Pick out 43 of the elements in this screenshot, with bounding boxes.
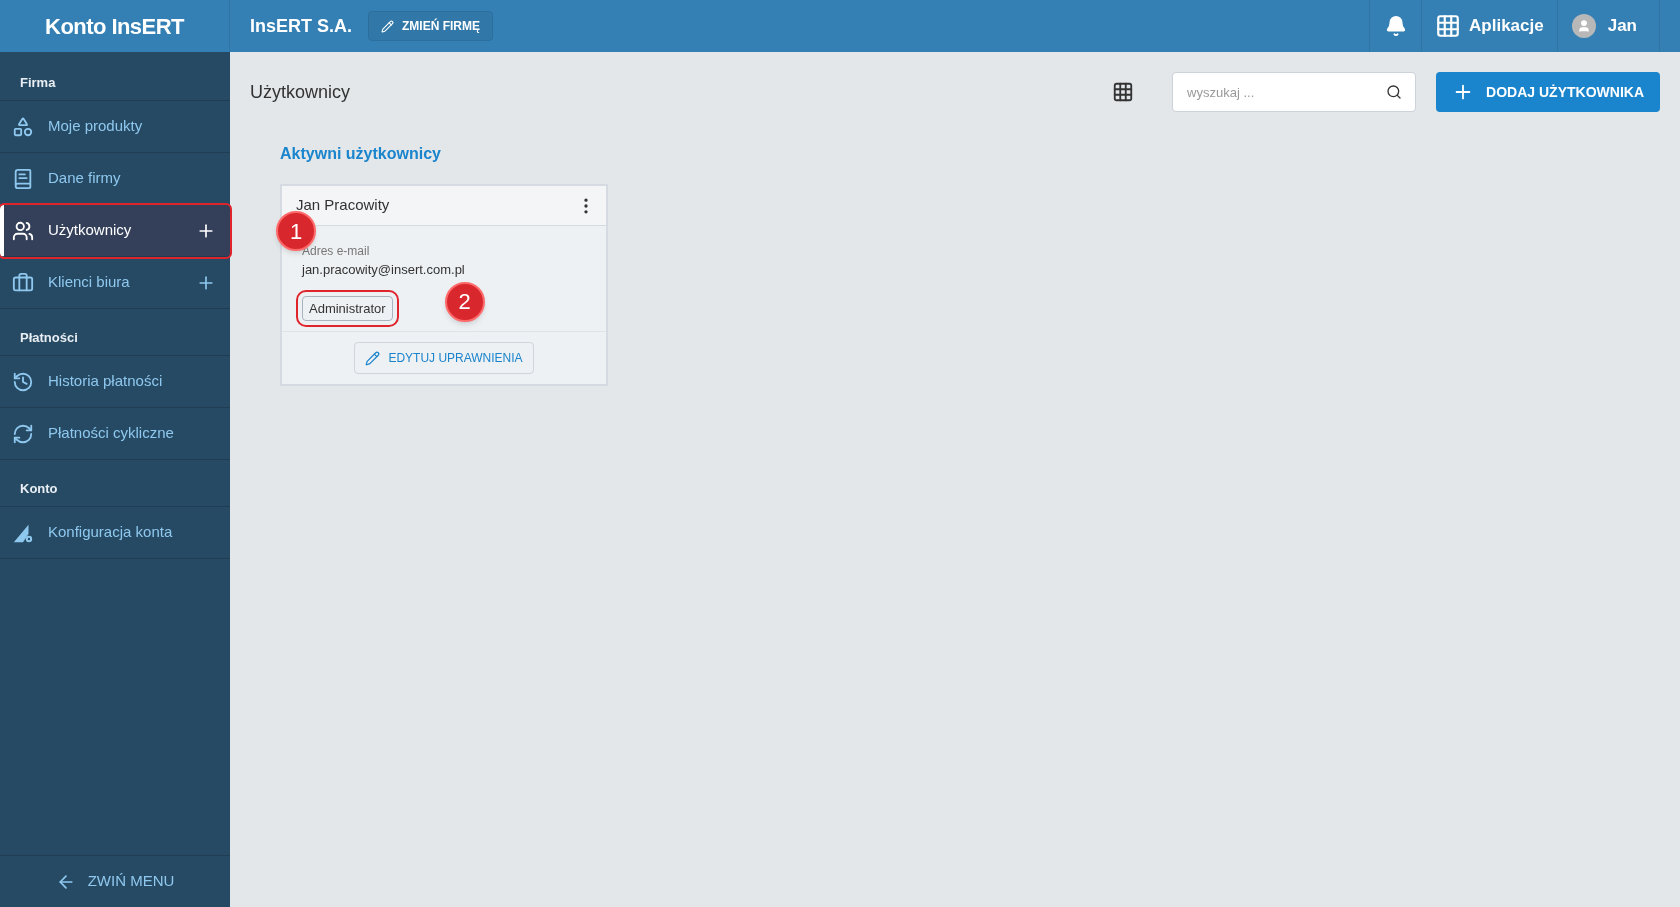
section-title: Aktywni użytkownicy [280, 144, 442, 164]
sidebar-item-label: Konfiguracja konta [48, 522, 174, 543]
users-icon [12, 219, 34, 242]
app-logo: Konto InsERT [45, 12, 184, 41]
sidebar-item[interactable]: Konfiguracja konta [0, 507, 230, 559]
email-text: jan.pracowity@insert.com.pl [302, 261, 466, 279]
add-user-button[interactable]: DODAJ UŻYTKOWNIKA [1436, 72, 1660, 112]
briefcase-icon [12, 271, 34, 294]
sidebar-item-label: Moje produkty [48, 116, 144, 137]
sidebar-item[interactable]: Użytkownicy [0, 205, 230, 257]
sidebar-item-label: Użytkownicy [48, 220, 133, 241]
shapes-icon [12, 115, 34, 138]
sidebar-item-label: Historia płatności [48, 371, 164, 392]
sidebar-item[interactable]: Płatności cykliczne [0, 408, 230, 460]
section-heading: Konto [20, 481, 58, 496]
edit-permissions-button[interactable]: EDYTUJ UPRAWNIENIA [354, 342, 534, 374]
pencil-icon [365, 350, 381, 366]
sidebar-item-label: Dane firmy [48, 168, 122, 189]
grid-icon [1435, 13, 1462, 39]
history-icon [12, 370, 34, 393]
search-field[interactable]: wyszukaj ... [1172, 72, 1417, 112]
sidebar-item[interactable]: Klienci biura [0, 257, 230, 309]
step-marker: 2 [444, 281, 485, 322]
sidebar-item[interactable]: Moje produkty [0, 101, 230, 153]
user-name: Jan Pracowity [296, 195, 391, 216]
company-name: InsERT S.A. [250, 14, 352, 38]
bell-icon [1384, 15, 1407, 37]
search-icon [1386, 84, 1403, 100]
page-title: Użytkownicy [250, 80, 352, 104]
collapse-menu-button[interactable]: ZWIŃ MENU [0, 855, 230, 907]
sidebar-item-label: Płatności cykliczne [48, 423, 175, 444]
avatar-icon [1571, 14, 1596, 38]
pencil-icon [381, 19, 394, 33]
refresh-icon [12, 422, 34, 445]
section-heading: Płatności [20, 330, 78, 345]
document-icon [12, 167, 34, 190]
section-heading: Firma [20, 75, 56, 90]
change-company-button[interactable]: ZMIEŃ FIRMĘ [368, 11, 493, 41]
user-menu-button[interactable]: Jan [1556, 0, 1660, 52]
apps-button[interactable]: Aplikacje [1421, 0, 1557, 52]
sidebar-item[interactable]: Historia płatności [0, 356, 230, 408]
grid-view-icon[interactable] [1112, 81, 1135, 103]
sidebar-item-label: Klienci biura [48, 272, 131, 293]
